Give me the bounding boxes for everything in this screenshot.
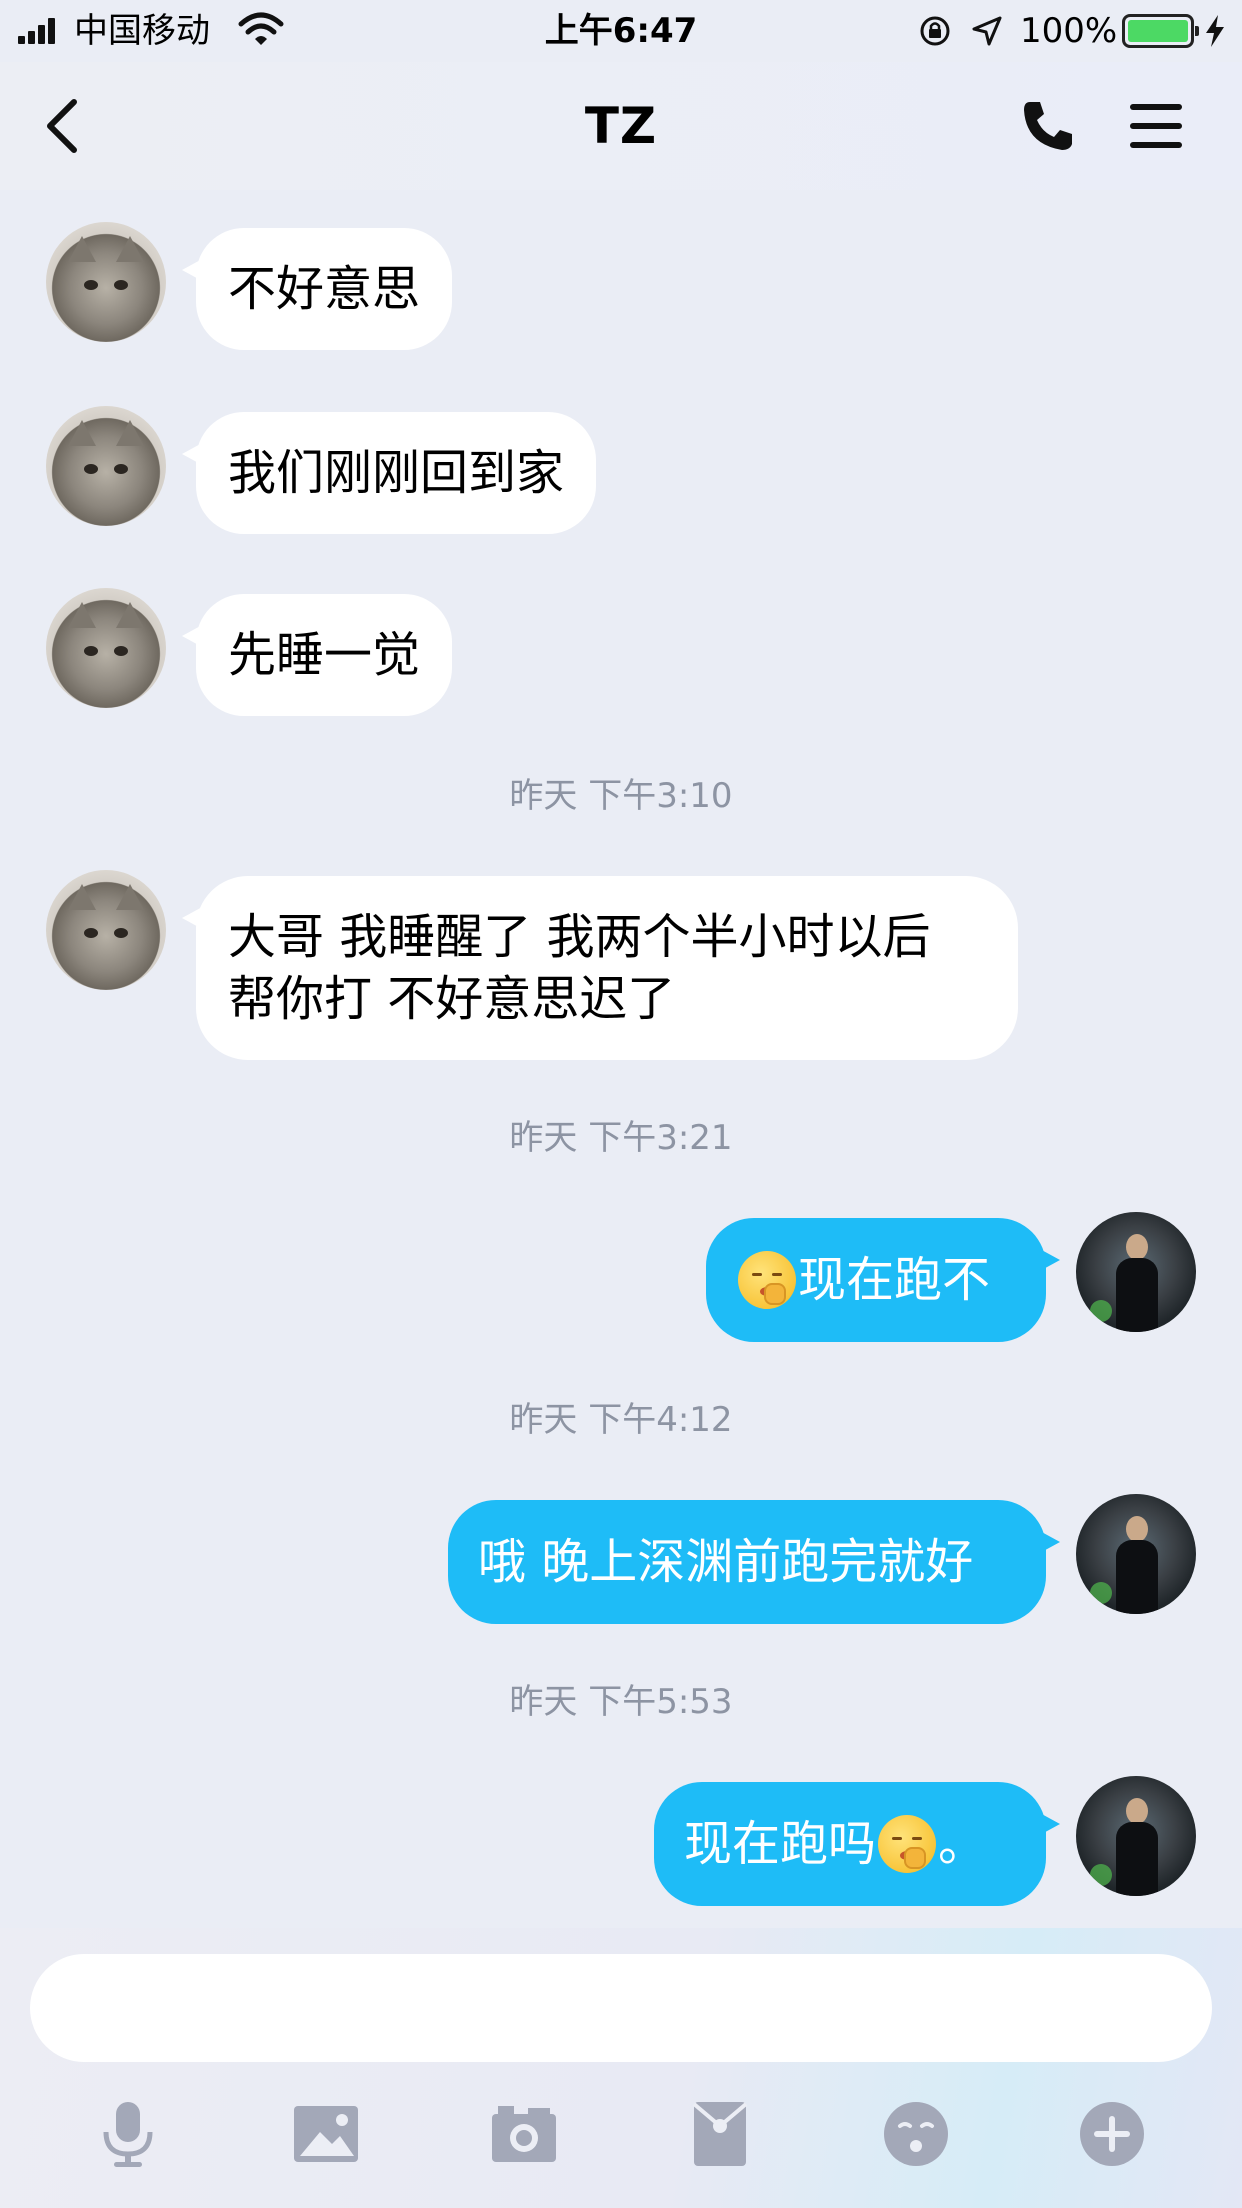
rotation-lock-icon [920,16,950,46]
contact-avatar[interactable] [46,406,166,526]
incoming-message[interactable]: 先睡一觉 [181,594,453,716]
message-text: 现在跑吗 [684,1816,877,1872]
message-text-line: 帮你打 不好意思迟了 [228,971,676,1027]
chat-header: TZ [0,62,1242,190]
timestamp: 昨天 下午3:21 [509,1118,733,1158]
shush-face-emoji-icon [878,1815,937,1873]
timestamp: 昨天 下午4:12 [509,1400,733,1440]
battery-percent: 100% [1020,11,1118,51]
user-avatar[interactable] [1076,1212,1196,1332]
timestamp: 昨天 下午3:10 [509,776,733,816]
outgoing-message[interactable]: 现在跑吗 。 [654,1782,1060,1906]
outgoing-message[interactable]: 哦 晚上深渊前跑完就好 [448,1500,1060,1624]
message-text-line: 大哥 我睡醒了 我两个半小时以后 [228,909,931,965]
menu-icon[interactable] [1128,100,1184,152]
message-text: 现在跑不 [798,1252,991,1308]
incoming-message[interactable]: 我们刚刚回到家 [181,412,597,534]
message-text: 。 [938,1816,987,1872]
emoji-icon[interactable] [880,2098,952,2170]
phone-icon[interactable] [1020,98,1076,154]
red-packet-icon[interactable] [684,2098,756,2170]
timestamp: 昨天 下午5:53 [509,1682,733,1722]
shush-face-emoji-icon [738,1251,796,1309]
user-avatar[interactable] [1076,1776,1196,1896]
message-text: 哦 晚上深渊前跑完就好 [478,1534,974,1590]
outgoing-message[interactable]: 现在跑不 [706,1218,1060,1342]
charging-icon [1206,15,1224,47]
message-text: 我们刚刚回到家 [228,445,565,501]
incoming-message[interactable]: 不好意思 [181,228,453,350]
message-text: 不好意思 [228,261,421,317]
location-icon [972,16,1002,46]
plus-icon[interactable] [1076,2098,1148,2170]
message-text: 先睡一觉 [228,627,421,683]
message-input[interactable] [30,1954,1212,2062]
contact-avatar[interactable] [46,870,166,990]
contact-avatar[interactable] [46,588,166,708]
composer [0,1928,1242,2208]
status-bar: 中国移动 上午6:47 100% [0,0,1242,62]
microphone-icon[interactable] [92,2098,164,2170]
image-icon[interactable] [290,2098,362,2170]
camera-icon[interactable] [488,2098,560,2170]
contact-avatar[interactable] [46,222,166,342]
incoming-message[interactable]: 大哥 我睡醒了 我两个半小时以后 帮你打 不好意思迟了 [182,876,1018,1060]
user-avatar[interactable] [1076,1494,1196,1614]
battery-icon [1122,14,1199,48]
